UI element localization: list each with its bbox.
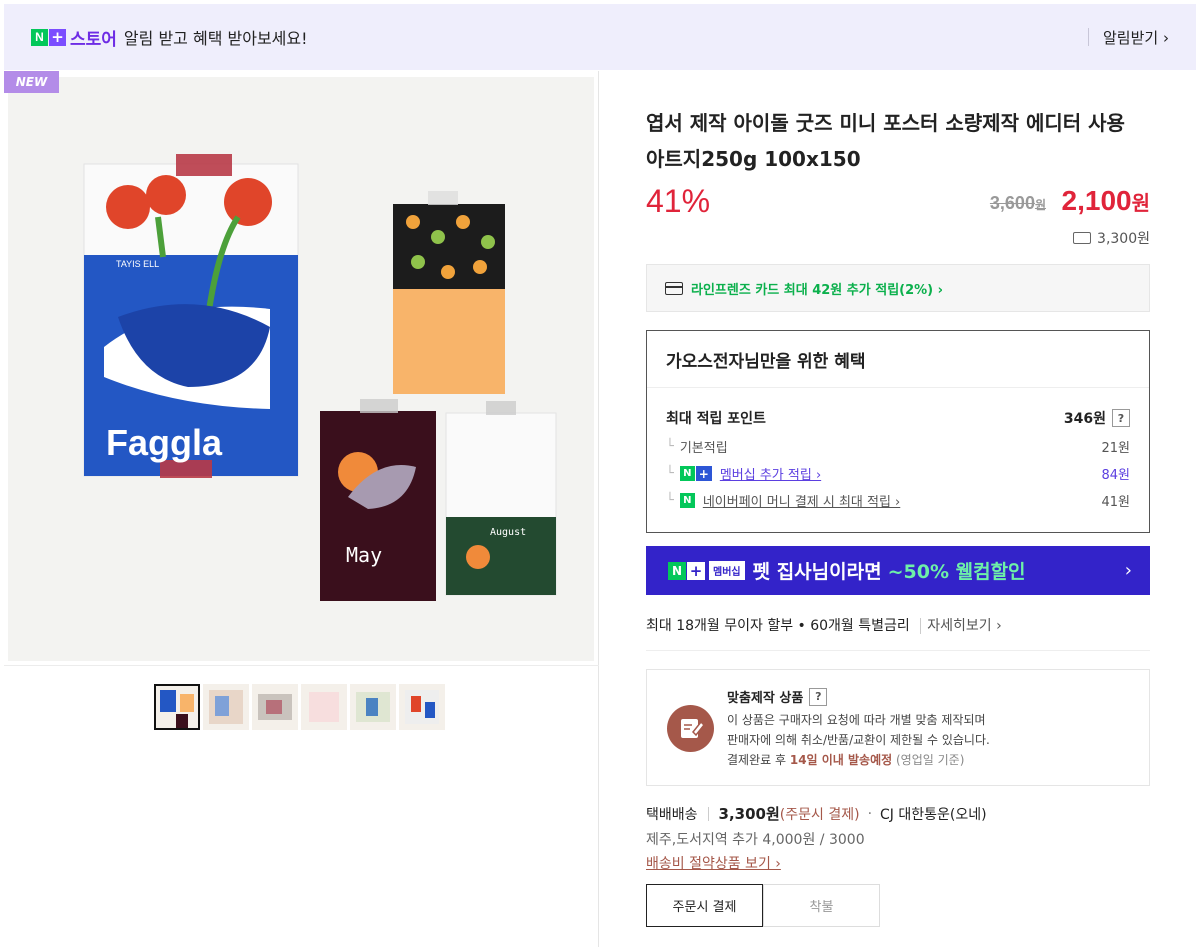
store-label: 스토어 xyxy=(70,29,117,50)
membership-points-row: └ N + 멤버십 추가 적립 › 84원 xyxy=(666,464,1130,483)
shipping-saving-link[interactable]: 배송비 절약상품 보기 › xyxy=(646,853,781,873)
help-icon[interactable]: ? xyxy=(1112,409,1130,427)
max-points-row: 최대 적립 포인트 346원 ? xyxy=(666,408,1130,428)
product-photo-illustration: Faggla TAYIS ELL May August xyxy=(8,77,594,661)
tree-branch-icon: └ xyxy=(666,466,674,481)
thumbnail-6[interactable] xyxy=(399,684,445,730)
poster-faggla: Faggla TAYIS ELL xyxy=(83,154,299,478)
custom-order-description: 이 상품은 구매자의 요청에 따라 개별 맞춤 제작되며 판매자에 의해 취소/… xyxy=(727,713,990,767)
credit-card-icon xyxy=(665,281,683,295)
pay-on-delivery-button[interactable]: 착불 xyxy=(763,884,880,927)
thumbnail-strip xyxy=(154,684,448,730)
custom-order-notice: 맞춤제작 상품 ? 이 상품은 구매자의 요청에 따라 개별 맞춤 제작되며 판… xyxy=(646,669,1150,786)
thumbnail-5[interactable] xyxy=(350,684,396,730)
product-gallery: Faggla TAYIS ELL May August NEW xyxy=(4,71,599,947)
installment-details-link[interactable]: 자세히보기 › xyxy=(920,618,1002,634)
membership-badge: 멤버십 xyxy=(709,561,745,580)
shipping-method: 택배배송 xyxy=(646,806,698,823)
naver-n-icon: N xyxy=(679,466,695,481)
card-promo-text: 라인프렌즈 카드 최대 42원 추가 적립(2%) › xyxy=(691,282,943,298)
edit-note-icon xyxy=(667,705,714,752)
product-title: 엽서 제작 아이돌 굿즈 미니 포스터 소량제작 에디터 사용 아트지250g … xyxy=(646,111,1125,171)
shipping-fee: 3,300원 xyxy=(1073,228,1150,248)
naver-n-icon: N xyxy=(668,561,686,580)
discount-rate: 41% xyxy=(646,183,711,219)
notification-message: 알림 받고 혜택 받아보세요! xyxy=(123,29,308,48)
poster-may: May xyxy=(320,399,436,601)
svg-text:TAYIS ELL: TAYIS ELL xyxy=(116,259,159,269)
poster-august: August xyxy=(445,401,557,596)
chevron-right-icon: › xyxy=(1124,560,1132,581)
subscribe-alerts-button[interactable]: 알림받기 › xyxy=(1103,27,1169,48)
naver-n-icon: N xyxy=(31,28,48,46)
plus-icon: + xyxy=(687,561,705,580)
help-icon[interactable]: ? xyxy=(809,687,828,706)
original-price: 3,600원 xyxy=(989,193,1046,213)
member-benefit-box: 가오스전자님만을 위한 혜택 최대 적립 포인트 346원 ? └ 기본적립 2… xyxy=(646,330,1150,533)
custom-order-title: 맞춤제작 상품 ? xyxy=(727,687,828,706)
thumbnail-3[interactable] xyxy=(252,684,298,730)
basic-points-row: └ 기본적립 21원 xyxy=(666,439,1130,456)
divider xyxy=(707,806,709,821)
banner-highlight: ~50% 웰컴할인 xyxy=(887,561,1026,583)
plus-icon: + xyxy=(49,28,66,46)
carrier-name: CJ 대한통운(오네) xyxy=(880,806,987,823)
shipping-payment-toggle: 주문시 결제 착불 xyxy=(646,884,880,927)
poster-calendar-orange xyxy=(393,191,505,394)
naverpay-icon: N xyxy=(679,493,695,508)
divider xyxy=(1088,28,1089,46)
pay-on-order-button[interactable]: 주문시 결제 xyxy=(646,884,763,927)
thumbnail-1[interactable] xyxy=(154,684,200,730)
naverpay-points-row: └ N 네이버페이 머니 결제 시 최대 적립 › 41원 xyxy=(666,491,1130,510)
tree-branch-icon: └ xyxy=(666,439,674,454)
membership-points-link[interactable]: 멤버십 추가 적립 › xyxy=(720,464,821,483)
thumbnail-2[interactable] xyxy=(203,684,249,730)
shipping-fee-value: 3,300원 xyxy=(718,805,780,823)
banner-text: 펫 집사님이라면 xyxy=(752,561,882,583)
card-promo-banner[interactable]: 라인프렌즈 카드 최대 42원 추가 적립(2%) › xyxy=(646,264,1150,312)
truck-icon xyxy=(1073,232,1092,244)
naver-plus-store-logo[interactable]: N + 스토어 xyxy=(31,25,117,50)
shipping-info: 택배배송 3,300원 (주문시 결제) · CJ 대한통운(오네) xyxy=(646,805,987,823)
benefit-heading: 가오스전자님만을 위한 혜택 xyxy=(647,331,1149,388)
main-product-image[interactable]: Faggla TAYIS ELL May August xyxy=(8,77,594,661)
svg-text:Faggla: Faggla xyxy=(106,422,223,463)
naverpay-points-link[interactable]: 네이버페이 머니 결제 시 최대 적립 › xyxy=(703,491,900,510)
divider xyxy=(4,665,599,666)
plus-icon: + xyxy=(695,466,712,481)
divider xyxy=(646,650,1150,651)
membership-promo-banner[interactable]: N + 멤버십 펫 집사님이라면 ~50% 웰컴할인 › xyxy=(646,546,1150,595)
thumbnail-4[interactable] xyxy=(301,684,347,730)
svg-text:August: August xyxy=(490,527,526,538)
sale-price: 2,100원 xyxy=(1061,185,1150,216)
svg-text:May: May xyxy=(346,543,382,567)
notification-bar: N + 스토어 알림 받고 혜택 받아보세요! 알림받기 › xyxy=(4,4,1196,70)
tree-branch-icon: └ xyxy=(666,493,674,508)
shipping-fee-note: (주문시 결제) xyxy=(779,806,860,823)
installment-info: 최대 18개월 무이자 할부 • 60개월 특별금리 자세히보기 › xyxy=(646,618,1002,634)
shipping-extra-fee: 제주,도서지역 추가 4,000원 / 3000 xyxy=(646,832,865,848)
new-badge: NEW xyxy=(4,71,59,93)
